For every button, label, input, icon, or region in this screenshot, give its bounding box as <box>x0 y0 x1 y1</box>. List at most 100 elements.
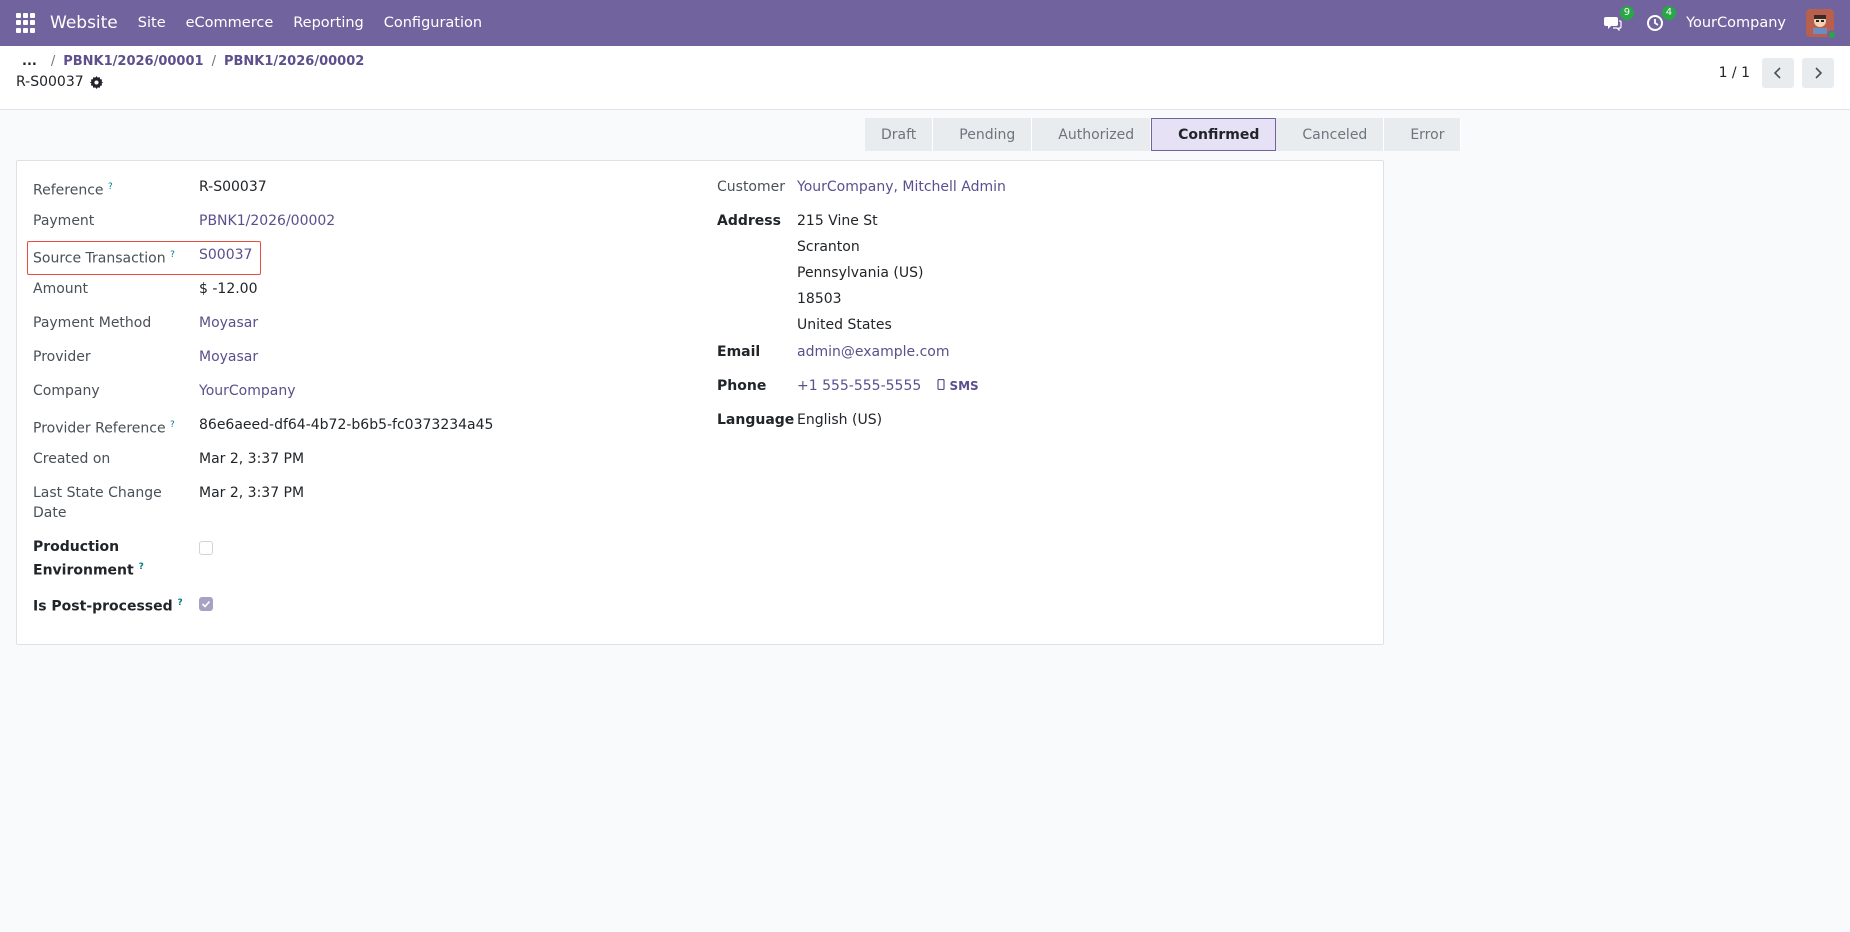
pager-value[interactable]: 1 / 1 <box>1719 65 1750 81</box>
activities-systray[interactable]: 4 <box>1644 6 1677 34</box>
field-source-transaction: Source Transaction ? S00037 <box>33 241 673 275</box>
chevron-left-icon <box>1773 67 1781 79</box>
field-label: Provider <box>33 349 91 365</box>
field-is-post-processed: Is Post-processed ? <box>33 589 673 623</box>
field-company: Company YourCompany <box>33 377 673 411</box>
field-payment-method: Payment Method Moyasar <box>33 309 673 343</box>
breadcrumb-item-pbnk1-00002[interactable]: PBNK1/2026/00002 <box>224 54 364 69</box>
stage-canceled[interactable]: Canceled <box>1276 118 1385 151</box>
address-street: 215 Vine St <box>797 213 878 229</box>
customer-link[interactable]: YourCompany, Mitchell Admin <box>797 173 1006 197</box>
breadcrumb-separator: / <box>211 54 216 69</box>
field-label: Payment <box>33 213 95 229</box>
production-environment-checkbox[interactable] <box>199 541 213 555</box>
stage-draft[interactable]: Draft <box>865 118 934 151</box>
provider-reference-value: 86e6aeed-df64-4b72-b6b5-fc0373234a45 <box>199 417 494 433</box>
field-label: Payment Method <box>33 315 152 331</box>
form-right-column: Customer YourCompany, Mitchell Admin Add… <box>717 173 1357 440</box>
field-production-environment: Production Environment ? <box>33 533 673 589</box>
clock-icon <box>1647 15 1664 31</box>
payment-method-link[interactable]: Moyasar <box>199 309 258 333</box>
pager: 1 / 1 <box>1719 58 1834 88</box>
chevron-right-icon <box>1815 67 1823 79</box>
address-zip: 18503 <box>797 291 842 307</box>
help-icon[interactable]: ? <box>108 182 113 192</box>
payment-link[interactable]: PBNK1/2026/00002 <box>199 207 335 231</box>
field-email: Email admin@example.com <box>717 338 1357 372</box>
sms-button[interactable]: SMS <box>937 372 979 396</box>
provider-link[interactable]: Moyasar <box>199 343 258 367</box>
company-switcher[interactable]: YourCompany <box>1686 15 1786 31</box>
help-icon[interactable]: ? <box>178 598 183 608</box>
pager-next-button[interactable] <box>1802 58 1834 88</box>
field-label: Amount <box>33 281 89 297</box>
field-label: Source Transaction ? <box>33 250 175 267</box>
field-label: Production Environment ? <box>33 539 144 579</box>
created-on-value: Mar 2, 3:37 PM <box>199 451 305 467</box>
stage-confirmed[interactable]: Confirmed <box>1151 118 1277 151</box>
company-link[interactable]: YourCompany <box>199 377 296 401</box>
field-label: Provider Reference ? <box>33 420 175 437</box>
messages-systray[interactable]: 9 <box>1602 6 1635 34</box>
apps-menu-icon[interactable] <box>16 13 36 33</box>
checkmark-icon <box>201 600 211 608</box>
address-country: United States <box>797 317 892 333</box>
field-reference: Reference ? R-S00037 <box>33 173 673 207</box>
language-value: English (US) <box>797 412 883 428</box>
field-provider-reference: Provider Reference ? 86e6aeed-df64-4b72-… <box>33 411 673 445</box>
help-icon[interactable]: ? <box>170 250 175 260</box>
top-navbar: Website Site eCommerce Reporting Configu… <box>0 0 1850 46</box>
field-customer: Customer YourCompany, Mitchell Admin <box>717 173 1357 207</box>
field-address: Address 215 Vine St Scranton Pennsylvani… <box>717 207 1357 338</box>
amount-value: $ -12.00 <box>199 281 258 297</box>
email-link[interactable]: admin@example.com <box>797 338 949 362</box>
menu-ecommerce[interactable]: eCommerce <box>186 15 274 31</box>
mobile-icon <box>937 378 945 391</box>
form-left-column: Reference ? R-S00037 Payment PBNK1/2026/… <box>33 173 673 623</box>
stage-error[interactable]: Error <box>1384 118 1462 151</box>
top-menu: Site eCommerce Reporting Configuration <box>138 15 482 31</box>
field-language: Language English (US) <box>717 406 1357 440</box>
app-brand[interactable]: Website <box>50 13 118 33</box>
stage-authorized[interactable]: Authorized <box>1032 118 1152 151</box>
breadcrumb-item-pbnk1-00001[interactable]: PBNK1/2026/00001 <box>63 54 203 69</box>
help-icon[interactable]: ? <box>170 420 175 430</box>
field-label: Language <box>717 412 795 428</box>
field-label: Last State Change Date <box>33 485 162 521</box>
source-transaction-link[interactable]: S00037 <box>199 241 252 265</box>
breadcrumb-separator: / <box>50 54 56 69</box>
field-label: Customer <box>717 179 786 195</box>
user-avatar[interactable] <box>1806 9 1837 40</box>
stage-pending[interactable]: Pending <box>933 118 1033 151</box>
help-icon[interactable]: ? <box>139 562 144 572</box>
field-label: Phone <box>717 378 767 394</box>
control-panel: ... / PBNK1/2026/00001 / PBNK1/2026/0000… <box>0 46 1850 110</box>
address-city: Scranton <box>797 239 860 255</box>
field-label: Reference ? <box>33 182 113 199</box>
field-created-on: Created on Mar 2, 3:37 PM <box>33 445 673 479</box>
systray: 9 4 YourCompany <box>1602 6 1837 40</box>
field-payment: Payment PBNK1/2026/00002 <box>33 207 673 241</box>
menu-site[interactable]: Site <box>138 15 166 31</box>
menu-reporting[interactable]: Reporting <box>293 15 364 31</box>
online-status-icon <box>1827 30 1837 40</box>
chat-icon <box>1604 17 1622 31</box>
field-label: Address <box>717 213 781 229</box>
activities-count-badge: 4 <box>1661 6 1677 20</box>
field-amount: Amount $ -12.00 <box>33 275 673 309</box>
field-label: Company <box>33 383 100 399</box>
menu-configuration[interactable]: Configuration <box>384 15 482 31</box>
record-name: R-S00037 <box>16 74 84 90</box>
breadcrumb: ... / PBNK1/2026/00001 / PBNK1/2026/0000… <box>16 54 1834 69</box>
form-sheet: Reference ? R-S00037 Payment PBNK1/2026/… <box>16 160 1384 645</box>
field-phone: Phone +1 555-555-5555 SMS <box>717 372 1357 406</box>
is-post-processed-checkbox[interactable] <box>199 597 213 611</box>
reference-value: R-S00037 <box>199 179 267 195</box>
pager-previous-button[interactable] <box>1762 58 1794 88</box>
field-label: Is Post-processed ? <box>33 598 183 615</box>
address-state: Pennsylvania (US) <box>797 265 924 281</box>
messages-count-badge: 9 <box>1619 6 1635 20</box>
phone-link[interactable]: +1 555-555-5555 <box>797 372 921 396</box>
breadcrumb-ellipsis[interactable]: ... <box>16 54 43 69</box>
gear-icon[interactable] <box>89 75 103 89</box>
